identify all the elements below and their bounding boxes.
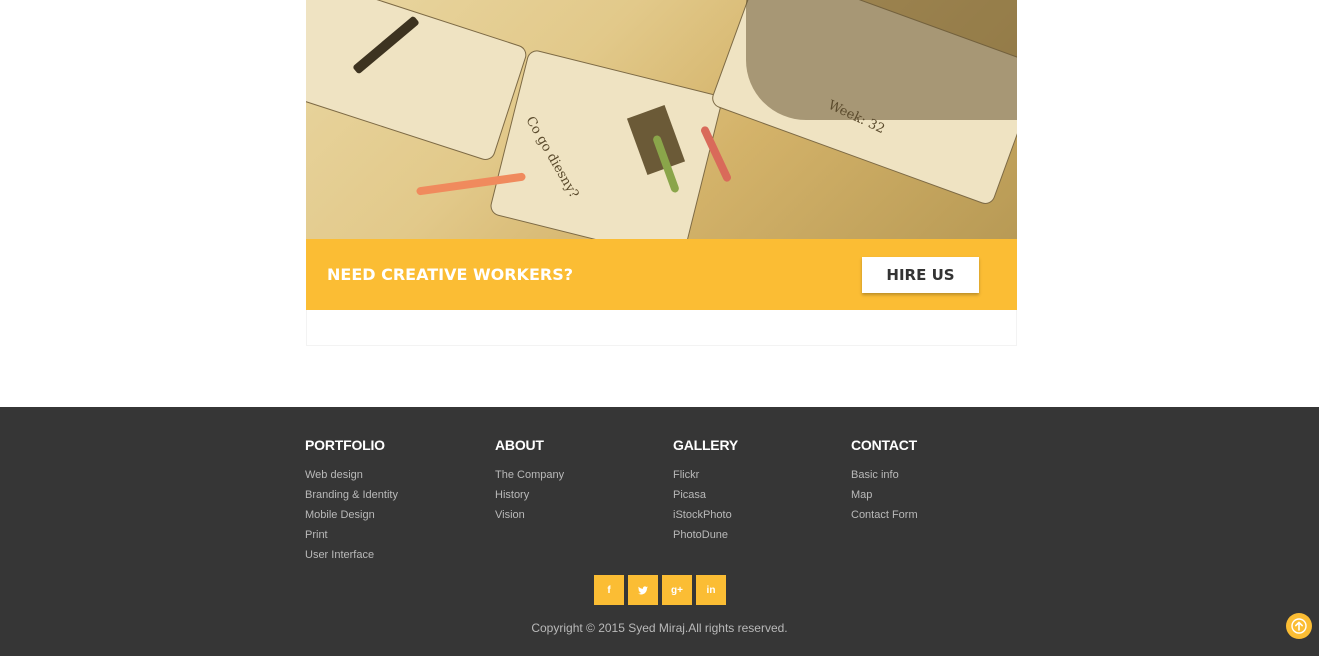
hero-image: Co go diesny? Week: 32 — [306, 0, 1017, 239]
scroll-to-top-button[interactable] — [1286, 613, 1312, 639]
arrow-up-icon — [1291, 618, 1307, 634]
cta-bottom-strip — [306, 310, 1017, 346]
linkedin-icon[interactable]: in — [696, 575, 726, 605]
footer-link[interactable]: PhotoDune — [673, 525, 738, 545]
cta-title: NEED CREATIVE WORKERS? — [327, 265, 574, 284]
footer-link[interactable]: Mobile Design — [305, 505, 398, 525]
footer-heading: CONTACT — [851, 437, 917, 453]
social-links: f g+ in — [594, 575, 726, 605]
facebook-icon[interactable]: f — [594, 575, 624, 605]
footer-link[interactable]: The Company — [495, 465, 564, 485]
footer-link[interactable]: Flickr — [673, 465, 738, 485]
footer-heading: ABOUT — [495, 437, 544, 453]
footer-column-contact: CONTACT Basic info Map Contact Form — [851, 437, 918, 525]
footer-link[interactable]: History — [495, 485, 564, 505]
footer-heading: GALLERY — [673, 437, 738, 453]
cta-bar: NEED CREATIVE WORKERS? HIRE US — [306, 239, 1017, 310]
footer-column-gallery: GALLERY Flickr Picasa iStockPhoto PhotoD… — [673, 437, 738, 545]
footer-link[interactable]: User Interface — [305, 545, 398, 565]
footer-link[interactable]: Web design — [305, 465, 398, 485]
footer-link[interactable]: Basic info — [851, 465, 918, 485]
hire-us-button[interactable]: HIRE US — [862, 256, 979, 293]
footer-link[interactable]: Contact Form — [851, 505, 918, 525]
footer-link[interactable]: iStockPhoto — [673, 505, 738, 525]
google-plus-icon[interactable]: g+ — [662, 575, 692, 605]
twitter-bird-glyph — [638, 585, 648, 594]
copyright-text: Copyright © 2015 Syed Miraj.All rights r… — [531, 621, 788, 635]
footer: PORTFOLIO Web design Branding & Identity… — [0, 407, 1319, 656]
footer-column-about: ABOUT The Company History Vision — [495, 437, 564, 525]
footer-link[interactable]: Print — [305, 525, 398, 545]
footer-link[interactable]: Picasa — [673, 485, 738, 505]
twitter-icon[interactable] — [628, 575, 658, 605]
sleeve-shadow — [746, 0, 1017, 120]
paper-sheet — [488, 48, 724, 239]
footer-link[interactable]: Branding & Identity — [305, 485, 398, 505]
footer-link[interactable]: Map — [851, 485, 918, 505]
footer-heading: PORTFOLIO — [305, 437, 385, 453]
footer-link[interactable]: Vision — [495, 505, 564, 525]
footer-column-portfolio: PORTFOLIO Web design Branding & Identity… — [305, 437, 398, 565]
